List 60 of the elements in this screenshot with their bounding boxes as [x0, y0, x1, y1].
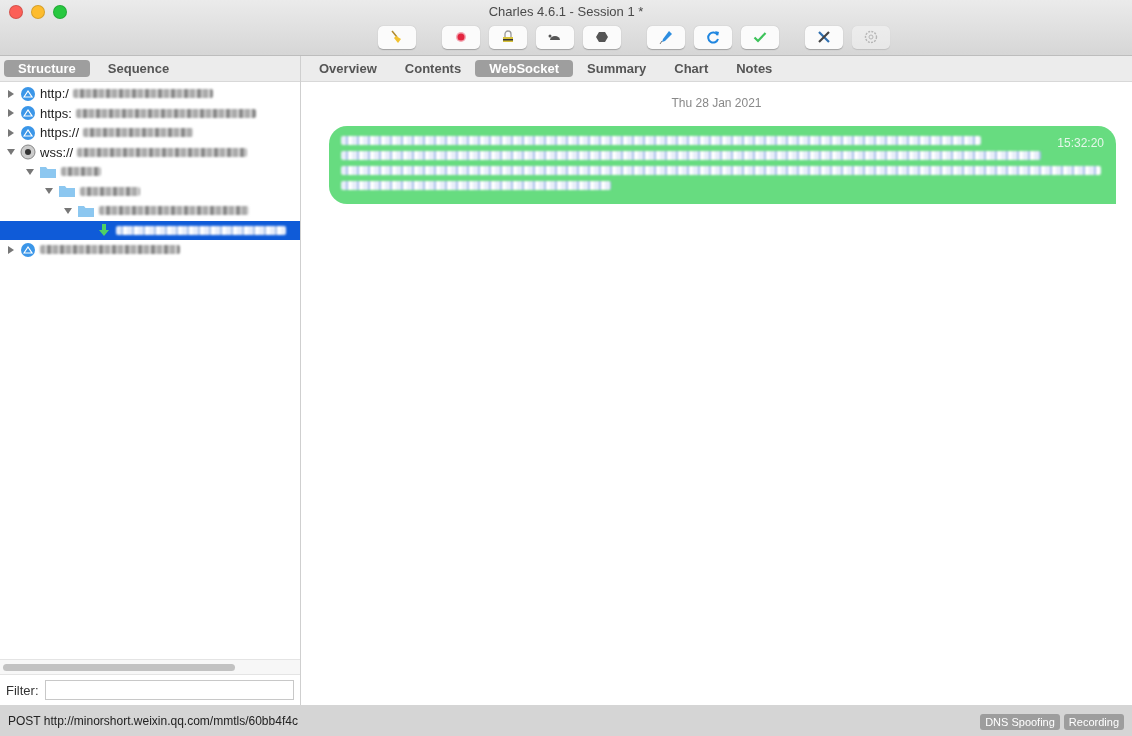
detail-tab[interactable]: Contents [390, 60, 476, 77]
collapsed-icon[interactable] [7, 89, 15, 98]
tree-item[interactable]: https: [0, 103, 300, 123]
tree-item[interactable]: https:// [0, 123, 300, 143]
host-label: wss:// [40, 144, 74, 160]
date-header: Thu 28 Jan 2021 [670, 96, 763, 110]
refresh-button[interactable] [694, 25, 732, 49]
settings-icon [863, 29, 879, 45]
tree-item[interactable] [0, 220, 300, 240]
stop-button[interactable] [583, 25, 621, 49]
globe-icon [20, 105, 36, 122]
tree-item[interactable]: http:/ [0, 84, 300, 104]
collapsed-icon[interactable] [7, 109, 15, 118]
tools-button[interactable] [805, 25, 843, 49]
refresh-icon [705, 29, 721, 45]
detail-tab[interactable]: Chart [660, 60, 723, 77]
tools-icon [816, 29, 832, 45]
pen-button[interactable] [647, 25, 685, 49]
lock-button[interactable] [489, 25, 527, 49]
expanded-icon[interactable] [64, 206, 72, 215]
filter-label: Filter: [6, 682, 39, 698]
message-time: 15:32:20 [1057, 136, 1104, 150]
zoom-button[interactable] [53, 5, 67, 19]
collapsed-icon[interactable] [7, 128, 15, 137]
turtle-button[interactable] [536, 25, 574, 49]
view-tab[interactable]: Sequence [93, 60, 184, 77]
collapsed-icon[interactable] [7, 245, 15, 254]
globe-icon [20, 124, 36, 141]
expanded-icon[interactable] [26, 167, 34, 176]
scrollbar-thumb[interactable] [3, 663, 235, 671]
blurred-text [61, 167, 101, 177]
folder-icon [77, 203, 95, 218]
status-badge: Recording [1063, 714, 1124, 730]
window-title: Charles 4.6.1 - Session 1 * [488, 3, 644, 19]
globe-icon [20, 85, 36, 102]
expanded-icon[interactable] [45, 187, 53, 196]
tree-item[interactable]: wss:// [0, 142, 300, 162]
close-button[interactable] [9, 5, 23, 19]
stop-icon [594, 29, 610, 45]
blurred-text [80, 186, 140, 196]
pen-icon [658, 29, 674, 45]
check-button[interactable] [741, 25, 779, 49]
status-text: POST http://minorshort.weixin.qq.com/mmtls/60bb4f4c [8, 713, 298, 728]
filter-field[interactable] [44, 680, 294, 700]
record-button[interactable] [442, 25, 480, 49]
detail-tab[interactable]: Overview [305, 60, 391, 77]
host-label: https:// [40, 125, 80, 141]
record-icon [453, 29, 469, 45]
folder-icon [39, 164, 57, 179]
socket-icon [20, 144, 36, 161]
expanded-icon[interactable] [7, 148, 15, 157]
folder-icon [58, 184, 76, 199]
detail-tab[interactable]: Notes [722, 60, 787, 77]
check-icon [752, 29, 768, 45]
host-label: https: [40, 105, 72, 121]
globe-icon [20, 241, 36, 258]
status-badge: DNS Spoofing [980, 714, 1060, 730]
detail-tab[interactable]: Summary [573, 60, 661, 77]
host-label: http:/ [40, 86, 69, 102]
lock-icon [500, 29, 516, 45]
